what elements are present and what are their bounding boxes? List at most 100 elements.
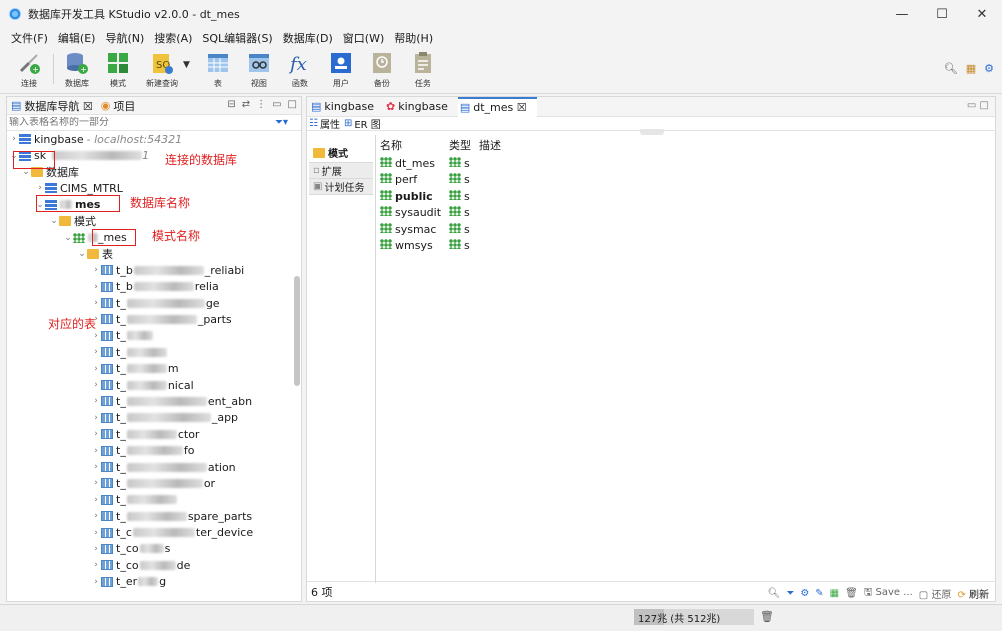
table-filter-input[interactable] — [9, 117, 269, 128]
toolbar-schema-button[interactable]: 模式 — [105, 48, 131, 89]
toolbar-user-button[interactable]: 用户 — [328, 48, 354, 89]
revert-button[interactable]: ▢ 还原 — [919, 586, 952, 601]
toolbar-task-button[interactable]: 任务 — [410, 48, 436, 89]
settings-icon[interactable]: ⚙ — [800, 588, 809, 599]
collapse-arrow-icon[interactable]: ⌄ — [77, 249, 87, 259]
search-icon[interactable]: 🔍︎ — [768, 588, 781, 599]
menu-window[interactable]: 窗口(W) — [338, 30, 389, 46]
side-tab-scheduled-tasks[interactable]: ▣ 计划任务 — [309, 179, 373, 195]
expand-arrow-icon[interactable]: › — [91, 347, 101, 357]
view-menu-icon[interactable]: ⋮ — [256, 99, 266, 110]
tree-node-table[interactable]: ›t_ — [7, 590, 301, 591]
expand-arrow-icon[interactable]: › — [91, 462, 101, 472]
navigator-vertical-scrollbar[interactable] — [294, 276, 300, 386]
maximize-editor-icon[interactable]: □ — [980, 100, 989, 111]
expand-arrow-icon[interactable]: › — [35, 183, 45, 193]
tree-node-table[interactable]: › t_ nical — [7, 377, 301, 393]
tree-node-table[interactable]: › t_c ter_device — [7, 524, 301, 540]
menu-edit[interactable]: 编辑(E) — [53, 30, 101, 46]
tree-node-table[interactable]: › t_ ent_abn — [7, 393, 301, 409]
expand-arrow-icon[interactable]: › — [91, 577, 101, 587]
tree-node-table[interactable]: › t_ ctor — [7, 426, 301, 442]
minimize-button[interactable]: — — [882, 0, 922, 28]
collapse-all-icon[interactable]: ⊟ — [227, 99, 235, 110]
expand-arrow-icon[interactable]: › — [91, 528, 101, 538]
column-header-type[interactable]: 类型 — [445, 135, 475, 155]
toolbar-function-button[interactable]: fx 函数 — [287, 48, 313, 89]
close-button[interactable]: ✕ — [962, 0, 1002, 28]
expand-arrow-icon[interactable]: › — [91, 265, 101, 275]
expand-arrow-icon[interactable]: › — [91, 544, 101, 554]
tree-node-table[interactable]: › t_co de — [7, 557, 301, 573]
expand-arrow-icon[interactable]: › — [91, 331, 101, 341]
column-header-name[interactable]: 名称 — [376, 135, 445, 155]
tree-node-table[interactable]: › t_ _app — [7, 410, 301, 426]
collapse-arrow-icon[interactable]: ⌄ — [49, 216, 59, 226]
menu-navigate[interactable]: 导航(N) — [100, 30, 149, 46]
tree-node-table[interactable]: › t_ fo — [7, 442, 301, 458]
expand-arrow-icon[interactable]: › — [91, 495, 101, 505]
expand-arrow-icon[interactable]: › — [91, 364, 101, 374]
tab-database-navigator[interactable]: ▤ 数据库导航 ☒ — [11, 98, 93, 114]
menu-database[interactable]: 数据库(D) — [278, 30, 338, 46]
collapse-handle[interactable] — [640, 129, 664, 135]
schema-row[interactable]: sysmac s — [376, 221, 505, 238]
expand-arrow-icon[interactable]: › — [91, 380, 101, 390]
edit-icon[interactable]: ✎ — [815, 588, 823, 599]
tree-node-table[interactable]: ›t_ — [7, 492, 301, 508]
refresh-button[interactable]: ⟳ 刷新 — [957, 586, 989, 601]
expand-arrow-icon[interactable]: › — [91, 298, 101, 308]
tree-node-table[interactable]: › t_ spare_parts — [7, 508, 301, 524]
column-header-description[interactable]: 描述 — [475, 135, 505, 155]
tree-node-table[interactable]: › t_co s — [7, 541, 301, 557]
tree-node-kingbase[interactable]: › kingbase - localhost:54321 — [7, 131, 301, 147]
heap-status[interactable]: 127兆 (共 512兆) — [634, 609, 754, 625]
tree-node-table[interactable]: › t_ m — [7, 360, 301, 376]
schema-row[interactable]: dt_mes s — [376, 155, 505, 172]
maximize-button[interactable]: ☐ — [922, 0, 962, 28]
link-editor-icon[interactable]: ⇄ — [242, 99, 250, 110]
expand-arrow-icon[interactable]: › — [91, 429, 101, 439]
menu-file[interactable]: 文件(F) — [6, 30, 53, 46]
menu-help[interactable]: 帮助(H) — [389, 30, 438, 46]
toolbar-connect-button[interactable]: + 连接 — [16, 48, 42, 89]
toolbar-database-button[interactable]: + 数据库 — [64, 48, 90, 89]
toolbar-table-button[interactable]: 表 — [205, 48, 231, 89]
expand-arrow-icon[interactable]: › — [91, 413, 101, 423]
minimize-panel-icon[interactable]: ▭ — [272, 99, 281, 110]
expand-arrow-icon[interactable]: › — [91, 511, 101, 521]
settings-icon[interactable]: ⚙ — [984, 62, 994, 75]
menu-sql-editor[interactable]: SQL编辑器(S) — [197, 30, 277, 46]
tree-node-table[interactable]: ›t_ — [7, 344, 301, 360]
minimize-editor-icon[interactable]: ▭ — [967, 100, 976, 111]
expand-arrow-icon[interactable]: › — [91, 282, 101, 292]
tree-node-table[interactable]: › t_ ation — [7, 459, 301, 475]
schema-row[interactable]: perf s — [376, 172, 505, 189]
garbage-collect-icon[interactable]: 🗑︎ — [760, 610, 774, 623]
schema-row[interactable]: wmsys s — [376, 238, 505, 255]
expand-arrow-icon[interactable]: › — [9, 134, 19, 144]
menu-search[interactable]: 搜索(A) — [149, 30, 197, 46]
tree-node-table[interactable]: › t_b relia — [7, 279, 301, 295]
subtab-er-diagram[interactable]: ⊞ ER 图 — [344, 116, 381, 131]
filter-icon[interactable]: ⏷ — [786, 588, 794, 599]
schema-row[interactable]: sysaudit s — [376, 205, 505, 222]
toolbar-view-button[interactable]: 视图 — [246, 48, 272, 89]
search-icon[interactable]: 🔍︎ — [944, 62, 958, 75]
delete-icon[interactable]: 🗑︎ — [845, 588, 858, 599]
collapse-arrow-icon[interactable]: ⌄ — [63, 233, 73, 243]
side-tab-schemas[interactable]: 模式 — [309, 143, 373, 163]
editor-tab-kingbase-1[interactable]: ▤ kingbase — [309, 97, 384, 117]
add-icon[interactable]: ▦ — [830, 588, 839, 599]
perspective-icon[interactable]: ▦ — [966, 62, 976, 75]
tree-node-table[interactable]: › t_ or — [7, 475, 301, 491]
expand-arrow-icon[interactable]: › — [91, 560, 101, 570]
tree-node-table[interactable]: › t_er g — [7, 574, 301, 590]
maximize-panel-icon[interactable]: □ — [288, 99, 297, 110]
tree-node-table[interactable]: › t_ ge — [7, 295, 301, 311]
expand-arrow-icon[interactable]: › — [91, 396, 101, 406]
toolbar-new-query-button[interactable]: SQ 新建查询 — [146, 48, 178, 89]
tree-node-table[interactable]: › t_b _reliabi — [7, 262, 301, 278]
schema-row[interactable]: public s — [376, 188, 505, 205]
filter-icon[interactable]: ⏷▾ — [275, 117, 288, 128]
